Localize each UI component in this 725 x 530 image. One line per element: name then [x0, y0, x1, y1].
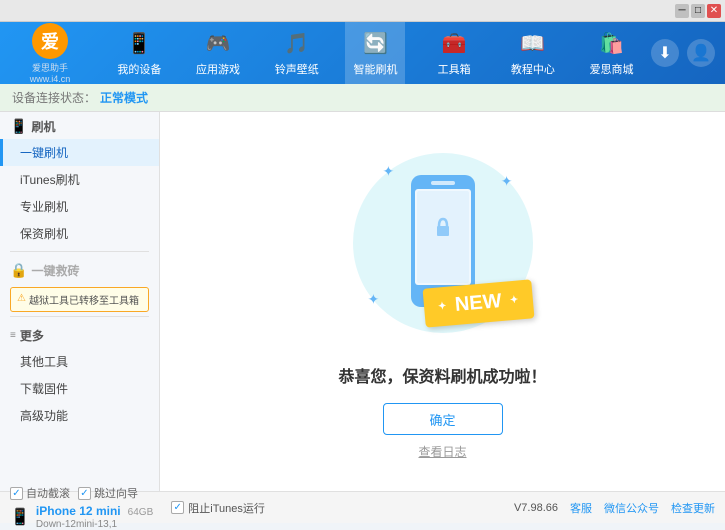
jailbreak-notice: ⚠ 越狱工具已转移至工具箱 [10, 287, 149, 312]
check-update-link[interactable]: 检查更新 [671, 500, 715, 516]
sparkle-3: ✦ [368, 291, 380, 308]
checkbox-auto-screenshot[interactable]: ✓ 自动截滚 [10, 485, 70, 501]
shop-icon: 🛍️ [598, 30, 626, 58]
sidebar-flash-header[interactable]: 📱 刷机 [0, 112, 159, 139]
top-nav: 爱 爱思助手 www.i4.cn 📱 我的设备 🎮 应用游戏 🎵 铃声壁纸 🔄 … [0, 22, 725, 84]
status-bar: 设备连接状态： 正常模式 [0, 84, 725, 112]
logo-text: 爱思助手 www.i4.cn [30, 61, 71, 84]
maximize-button[interactable]: □ [691, 4, 705, 18]
sidebar-item-other-tools[interactable]: 其他工具 [0, 348, 159, 375]
wallpaper-icon: 🎵 [283, 30, 311, 58]
toolbox-icon: 🧰 [440, 30, 468, 58]
minimize-button[interactable]: ─ [675, 4, 689, 18]
wechat-public-link[interactable]: 微信公众号 [604, 500, 659, 516]
nav-item-apps-games[interactable]: 🎮 应用游戏 [188, 22, 248, 84]
apps-games-icon: 🎮 [204, 30, 232, 58]
stop-itunes-container: ✓ 阻止iTunes运行 [171, 500, 265, 516]
my-device-icon: 📱 [125, 30, 153, 58]
device-checkboxes: ✓ 自动截滚 ✓ 跳过向导 [10, 485, 153, 501]
sidebar-item-one-key-flash[interactable]: 一键刷机 [0, 139, 159, 166]
status-label: 设备连接状态： [12, 89, 96, 106]
nav-items: 📱 我的设备 🎮 应用游戏 🎵 铃声壁纸 🔄 智能刷机 🧰 工具箱 📖 教程中心… [100, 22, 651, 84]
stop-itunes-label: 阻止iTunes运行 [188, 500, 265, 516]
customer-service-link[interactable]: 客服 [570, 500, 592, 516]
logo-icon: 爱 [32, 23, 68, 59]
sidebar-item-download-firmware[interactable]: 下载固件 [0, 375, 159, 402]
main-layout: 📱 刷机 一键刷机 iTunes刷机 专业刷机 保资刷机 🔒 一键救砖 ⚠ 越狱… [0, 112, 725, 491]
version-label: V7.98.66 [514, 502, 558, 514]
sidebar-item-pro-flash[interactable]: 专业刷机 [0, 193, 159, 220]
more-section-icon: ≡ [10, 330, 16, 341]
nav-logo[interactable]: 爱 爱思助手 www.i4.cn [0, 23, 100, 84]
sidebar-divider-2 [10, 316, 149, 317]
confirm-button[interactable]: 确定 [383, 403, 503, 435]
sidebar: 📱 刷机 一键刷机 iTunes刷机 专业刷机 保资刷机 🔒 一键救砖 ⚠ 越狱… [0, 112, 160, 491]
view-log-link[interactable]: 查看日志 [418, 443, 466, 460]
bottom-left: ✓ 自动截滚 ✓ 跳过向导 📱 iPhone 12 mini 64GB Down… [10, 485, 514, 530]
nav-item-wallpaper[interactable]: 🎵 铃声壁纸 [267, 22, 327, 84]
sidebar-item-save-flash[interactable]: 保资刷机 [0, 220, 159, 247]
sidebar-item-itunes-flash[interactable]: iTunes刷机 [0, 166, 159, 193]
flash-section-icon: 📱 [10, 118, 27, 135]
nav-item-toolbox[interactable]: 🧰 工具箱 [424, 22, 484, 84]
checkbox-skip-wizard[interactable]: ✓ 跳过向导 [78, 485, 138, 501]
device-row: 📱 iPhone 12 mini 64GB Down-12mini-13,1 [10, 504, 153, 530]
sparkle-1: ✦ [383, 163, 395, 180]
nav-item-my-device[interactable]: 📱 我的设备 [109, 22, 169, 84]
device-phone-icon: 📱 [10, 507, 30, 527]
nav-item-shop[interactable]: 🛍️ 爱思商城 [582, 22, 642, 84]
jailbreak-warning-icon: ⚠ [17, 293, 26, 304]
device-info: iPhone 12 mini 64GB Down-12mini-13,1 [36, 504, 153, 530]
skip-wizard-check[interactable]: ✓ [78, 487, 91, 500]
phone-illustration: ✦ ✦ ✦ [343, 143, 543, 343]
bottom-bar: ✓ 自动截滚 ✓ 跳过向导 📱 iPhone 12 mini 64GB Down… [0, 491, 725, 523]
smart-flash-icon: 🔄 [361, 30, 389, 58]
nav-item-tutorial[interactable]: 📖 教程中心 [503, 22, 563, 84]
close-button[interactable]: ✕ [707, 4, 721, 18]
user-button[interactable]: 👤 [687, 39, 715, 67]
sidebar-divider-1 [10, 251, 149, 252]
rescue-icon: 🔒 [10, 262, 27, 279]
nav-item-smart-flash[interactable]: 🔄 智能刷机 [345, 22, 405, 84]
auto-screenshot-check[interactable]: ✓ [10, 487, 23, 500]
stop-itunes-checkbox[interactable]: ✓ [171, 501, 184, 514]
title-bar: ─ □ ✕ [0, 0, 725, 22]
tutorial-icon: 📖 [519, 30, 547, 58]
device-panel: ✓ 自动截滚 ✓ 跳过向导 📱 iPhone 12 mini 64GB Down… [10, 485, 153, 530]
bottom-right: V7.98.66 客服 微信公众号 检查更新 [514, 500, 715, 516]
sidebar-more-header: ≡ 更多 [0, 321, 159, 348]
content-area: ✦ ✦ ✦ [160, 112, 725, 491]
download-button[interactable]: ⬇ [651, 39, 679, 67]
sidebar-rescue-header: 🔒 一键救砖 [0, 256, 159, 283]
sidebar-item-advanced[interactable]: 高级功能 [0, 402, 159, 429]
new-badge: NEW [422, 279, 534, 327]
status-value: 正常模式 [100, 89, 148, 106]
success-text: 恭喜您，保资料刷机成功啦！ [338, 363, 546, 387]
nav-right: ⬇ 👤 [651, 39, 725, 67]
sparkle-2: ✦ [501, 173, 513, 190]
